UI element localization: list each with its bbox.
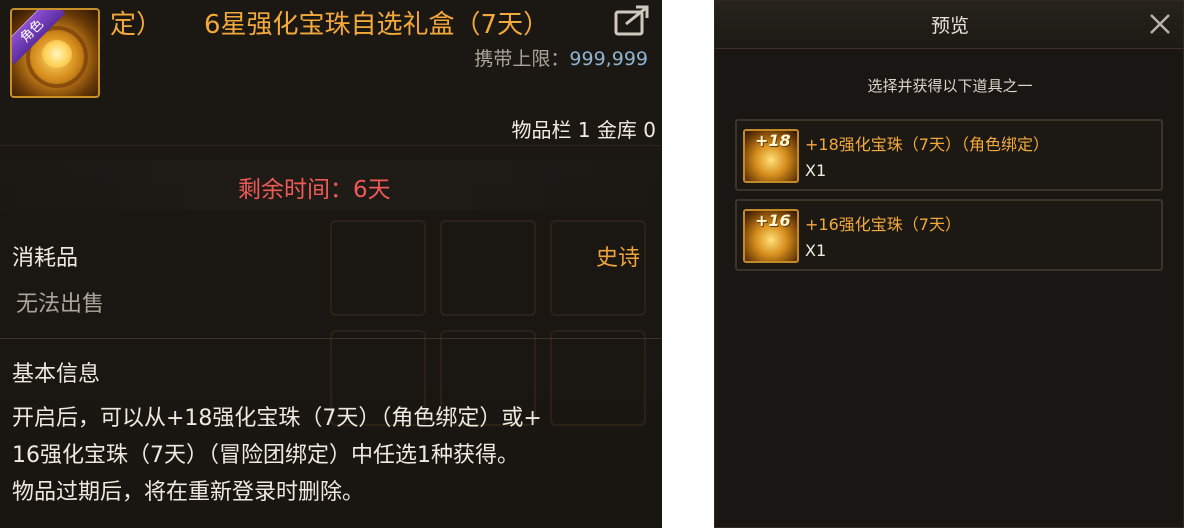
option-quantity: X1 bbox=[805, 241, 827, 260]
inventory-count: 物品栏 1 金库 0 bbox=[511, 118, 656, 142]
description-line: 开启后，可以从+18强化宝珠（7天）（角色绑定）或+ bbox=[12, 406, 542, 431]
item-grade: 史诗 bbox=[595, 246, 640, 271]
choose-instruction: 选择并获得以下道具之一 bbox=[867, 77, 1033, 95]
divider bbox=[0, 338, 662, 339]
close-button[interactable] bbox=[1145, 9, 1175, 39]
description-line: 16强化宝珠（7天）（冒险团绑定）中任选1种获得。 bbox=[12, 443, 519, 468]
carry-limit: 携带上限：999,999 bbox=[474, 44, 648, 71]
item-title-prefix: 定） bbox=[110, 10, 163, 40]
preview-title: 预览 bbox=[930, 15, 969, 37]
share-button[interactable] bbox=[612, 4, 652, 38]
option-item[interactable]: +18 +18强化宝珠（7天）（角色绑定） X1 bbox=[735, 119, 1163, 191]
description-line: 物品过期后，将在重新登录时删除。 bbox=[12, 480, 365, 505]
enhancement-orb-icon: +18 bbox=[743, 129, 799, 183]
basic-info-title: 基本信息 bbox=[12, 362, 101, 387]
item-tooltip-panel: 角色 定） 6星强化宝珠自选礼盒（7天） 携带上限：999,999 物品栏 1 … bbox=[0, 0, 662, 528]
item-title: 6星强化宝珠自选礼盒（7天） bbox=[204, 10, 550, 40]
close-icon bbox=[1150, 14, 1170, 34]
share-icon bbox=[614, 5, 649, 36]
carry-limit-label: 携带上限： bbox=[474, 48, 570, 70]
option-quantity: X1 bbox=[805, 161, 827, 180]
enhancement-orb-icon: +16 bbox=[743, 209, 799, 263]
orb-gift-box-icon: 角色 bbox=[10, 8, 100, 98]
item-description: 开启后，可以从+18强化宝珠（7天）（角色绑定）或+ 16强化宝珠（7天）（冒险… bbox=[12, 400, 657, 511]
sell-status: 无法出售 bbox=[16, 292, 105, 317]
orb-level-badge: +16 bbox=[755, 211, 791, 230]
carry-limit-value: 999,999 bbox=[569, 48, 648, 70]
remaining-time: 剩余时间：6天 bbox=[238, 177, 391, 203]
option-item[interactable]: +16 +16强化宝珠（7天） X1 bbox=[735, 199, 1163, 271]
item-type: 消耗品 bbox=[12, 246, 79, 271]
option-name: +16强化宝珠（7天） bbox=[805, 215, 961, 234]
option-name: +18强化宝珠（7天）（角色绑定） bbox=[805, 135, 1049, 154]
orb-level-badge: +18 bbox=[755, 131, 791, 150]
preview-dialog: 预览 选择并获得以下道具之一 +18 +18强化宝珠（7天）（角色绑定） X1 … bbox=[714, 0, 1184, 528]
